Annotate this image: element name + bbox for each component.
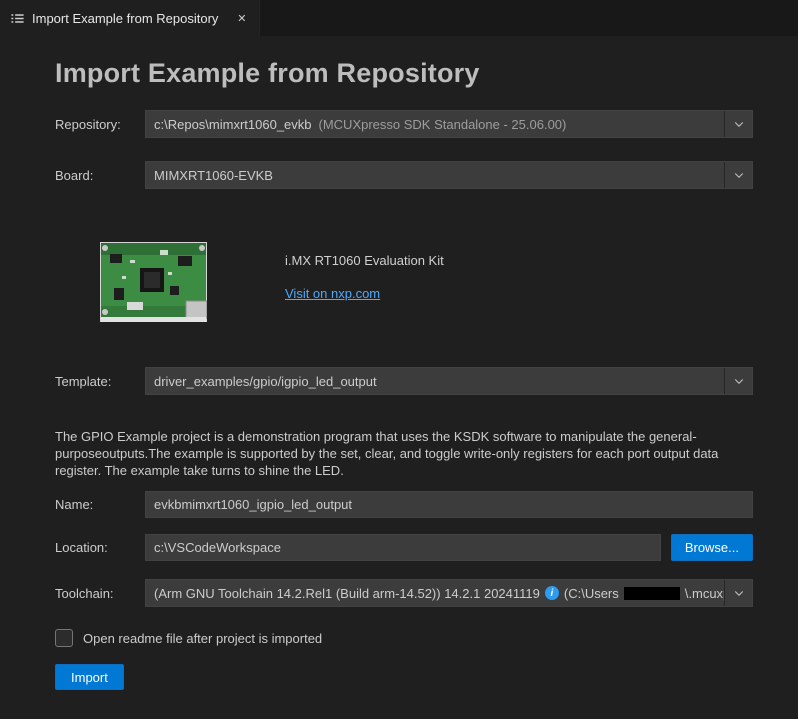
- readme-checkbox[interactable]: [55, 629, 73, 647]
- board-info-section: i.MX RT1060 Evaluation Kit Visit on nxp.…: [100, 242, 753, 322]
- location-label: Location:: [55, 540, 145, 555]
- tab-import-example[interactable]: Import Example from Repository ✕: [0, 0, 260, 36]
- board-name: MIMXRT1060-EVKB: [154, 168, 273, 183]
- chevron-down-icon: [725, 118, 752, 130]
- tab-bar-empty: [260, 0, 798, 36]
- template-selected-value: driver_examples/gpio/igpio_led_output: [146, 374, 724, 389]
- repository-detail: (MCUXpresso SDK Standalone - 25.06.00): [319, 117, 567, 132]
- name-row: Name:: [55, 491, 753, 518]
- location-control: Browse...: [145, 534, 753, 561]
- toolchain-path-suffix: \.mcuxp: [685, 586, 724, 601]
- template-description: The GPIO Example project is a demonstrat…: [55, 428, 753, 479]
- template-row: Template: driver_examples/gpio/igpio_led…: [55, 367, 753, 395]
- location-row: Location: Browse...: [55, 534, 753, 561]
- nxp-link[interactable]: Visit on nxp.com: [285, 286, 380, 301]
- chevron-down-icon: [725, 169, 752, 181]
- toolchain-selected-value: (Arm GNU Toolchain 14.2.Rel1 (Build arm-…: [146, 586, 724, 601]
- repository-path: c:\Repos\mimxrt1060_evkb: [154, 117, 312, 132]
- tab-bar: Import Example from Repository ✕: [0, 0, 798, 36]
- import-button[interactable]: Import: [55, 664, 124, 690]
- board-label: Board:: [55, 168, 145, 183]
- name-control: [145, 491, 753, 518]
- page-title: Import Example from Repository: [55, 58, 753, 89]
- import-example-form: Import Example from Repository Repositor…: [0, 36, 798, 690]
- board-select[interactable]: MIMXRT1060-EVKB: [145, 161, 753, 189]
- location-input[interactable]: [145, 534, 661, 561]
- toolchain-version: (Arm GNU Toolchain 14.2.Rel1 (Build arm-…: [154, 586, 540, 601]
- close-icon[interactable]: ✕: [232, 9, 251, 28]
- toolchain-info-icon: i: [545, 586, 559, 600]
- list-icon: [10, 11, 25, 26]
- repository-label: Repository:: [55, 117, 145, 132]
- toolchain-label: Toolchain:: [55, 586, 145, 601]
- repository-select[interactable]: c:\Repos\mimxrt1060_evkb (MCUXpresso SDK…: [145, 110, 753, 138]
- board-selected-value: MIMXRT1060-EVKB: [146, 168, 724, 183]
- chevron-down-icon: [725, 375, 752, 387]
- template-label: Template:: [55, 374, 145, 389]
- board-text-column: i.MX RT1060 Evaluation Kit Visit on nxp.…: [285, 242, 444, 301]
- board-photo: [100, 242, 207, 322]
- tab-label: Import Example from Repository: [32, 11, 218, 26]
- kit-name: i.MX RT1060 Evaluation Kit: [285, 253, 444, 268]
- redacted-username: [624, 587, 680, 600]
- toolchain-path-prefix: (C:\Users: [564, 586, 619, 601]
- template-path: driver_examples/gpio/igpio_led_output: [154, 374, 377, 389]
- name-input[interactable]: [145, 491, 753, 518]
- template-select[interactable]: driver_examples/gpio/igpio_led_output: [145, 367, 753, 395]
- board-row: Board: MIMXRT1060-EVKB: [55, 161, 753, 189]
- browse-button[interactable]: Browse...: [671, 534, 753, 561]
- toolchain-row: Toolchain: (Arm GNU Toolchain 14.2.Rel1 …: [55, 579, 753, 607]
- chevron-down-icon: [725, 587, 752, 599]
- name-label: Name:: [55, 497, 145, 512]
- toolchain-select[interactable]: (Arm GNU Toolchain 14.2.Rel1 (Build arm-…: [145, 579, 753, 607]
- repository-row: Repository: c:\Repos\mimxrt1060_evkb (MC…: [55, 110, 753, 138]
- readme-checkbox-row: Open readme file after project is import…: [55, 629, 753, 647]
- repository-selected-value: c:\Repos\mimxrt1060_evkb (MCUXpresso SDK…: [146, 117, 724, 132]
- readme-checkbox-label: Open readme file after project is import…: [83, 631, 322, 646]
